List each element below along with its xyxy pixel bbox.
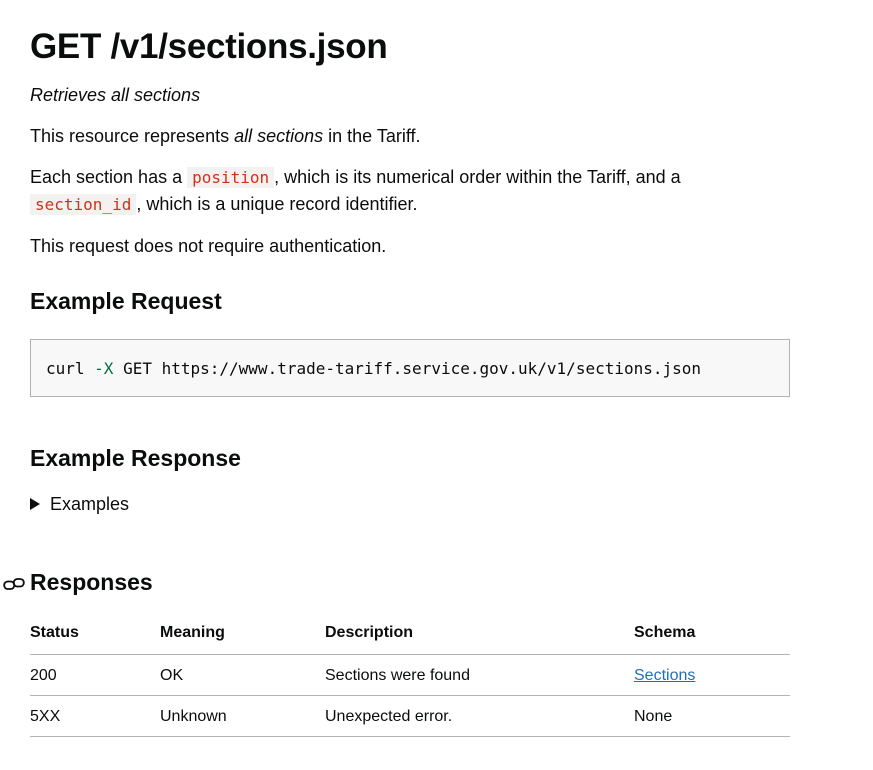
examples-toggle-label: Examples (50, 493, 130, 514)
intro-paragraph-1: This resource represents all sections in… (30, 123, 790, 149)
examples-toggle[interactable]: Examples (30, 492, 790, 516)
link-icon[interactable] (3, 577, 25, 591)
triangle-right-icon (30, 497, 40, 510)
cell-description: Sections were found (325, 654, 634, 696)
code-position: position (187, 167, 275, 188)
page-title: GET /v1/sections.json (30, 27, 388, 66)
intro-paragraph-3: This request does not require authentica… (30, 236, 387, 256)
main-content: GET /v1/sections.json Retrieves all sect… (3, 20, 790, 737)
column-header-status: Status (30, 621, 160, 655)
responses-heading-text: Responses (30, 568, 153, 595)
schema-link-sections[interactable]: Sections (634, 667, 695, 684)
responses-heading: Responses (3, 568, 790, 598)
cell-schema: Sections (634, 654, 790, 696)
code-section-id: section_id (30, 194, 137, 215)
intro-emphasis: all sections (234, 126, 324, 146)
code-rest: GET https://www.trade-tariff.service.gov… (113, 358, 702, 378)
table-header-row: Status Meaning Description Schema (30, 621, 790, 655)
intro-text: in the Tariff. (323, 126, 421, 146)
column-header-meaning: Meaning (160, 621, 325, 655)
cell-meaning: Unknown (160, 695, 325, 737)
responses-table: Status Meaning Description Schema 200 OK… (30, 621, 790, 737)
code-cmd: curl (46, 358, 95, 378)
cell-meaning: OK (160, 654, 325, 696)
example-request-heading: Example Request (30, 288, 222, 314)
page-tagline: Retrieves all sections (30, 85, 201, 105)
column-header-description: Description (325, 621, 634, 655)
cell-status: 200 (30, 654, 160, 696)
code-flag: -X (94, 358, 114, 378)
example-response-heading: Example Response (30, 444, 241, 471)
intro-text: Each section has a (30, 167, 188, 187)
intro-text: , which is its numerical order within th… (274, 167, 681, 187)
table-row: 200 OK Sections were found Sections (30, 654, 790, 696)
intro-text: , which is a unique record identifier. (136, 194, 418, 214)
column-header-schema: Schema (634, 621, 790, 655)
intro-paragraph-2: Each section has a position, which is it… (30, 164, 790, 218)
table-row: 5XX Unknown Unexpected error. None (30, 695, 790, 737)
example-request-code: curl -X GET https://www.trade-tariff.ser… (30, 338, 790, 397)
cell-description: Unexpected error. (325, 695, 634, 737)
cell-schema: None (634, 695, 790, 737)
cell-status: 5XX (30, 695, 160, 737)
intro-text: This resource represents (30, 126, 235, 146)
